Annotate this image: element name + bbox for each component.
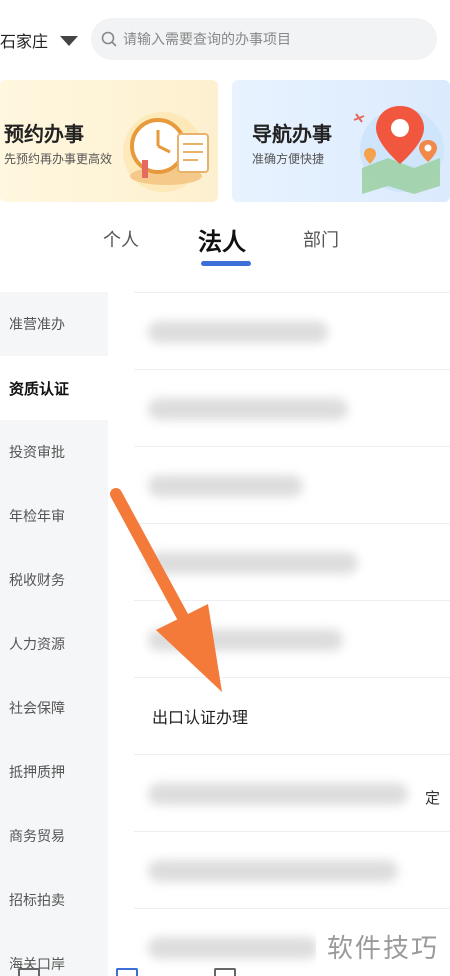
sidebar-item-bidding[interactable]: 招标拍卖 [0, 868, 108, 932]
active-tab-indicator [201, 261, 251, 266]
services-tab-icon[interactable] [116, 968, 138, 976]
navigation-title: 导航办事 [252, 122, 332, 146]
sidebar-item-trade[interactable]: 商务贸易 [0, 804, 108, 868]
sidebar-item-label: 抵押质押 [9, 765, 65, 781]
list-item[interactable] [134, 831, 450, 908]
blurred-text [148, 398, 348, 420]
list-item[interactable] [134, 369, 450, 446]
list-item-trailing-text: 定 [424, 789, 440, 807]
sidebar-item-label: 准营准办 [9, 317, 65, 333]
sidebar-item-label: 商务贸易 [9, 829, 65, 845]
watermark: 软件技巧 [316, 916, 450, 976]
appointment-subtitle: 先预约再办事更高效 [4, 152, 113, 166]
city-selector[interactable]: 石家庄 [0, 26, 79, 54]
sidebar-item-social-security[interactable]: 社会保障 [0, 676, 108, 740]
sidebar-item-label: 人力资源 [9, 637, 65, 653]
sidebar-item-label: 资质认证 [9, 379, 70, 398]
city-label: 石家庄 [0, 32, 49, 51]
sidebar-item-qualification[interactable]: 资质认证 [0, 356, 108, 420]
appointment-illustration-icon [123, 112, 209, 192]
tab-department[interactable]: 部门 [303, 226, 339, 252]
navigation-subtitle: 准确方便快捷 [252, 152, 325, 166]
list-item[interactable] [134, 292, 450, 369]
home-tab-icon[interactable] [18, 968, 40, 976]
sidebar-item-label: 投资审批 [9, 445, 65, 461]
sidebar: 准营准办 资质认证 投资审批 年检年审 税收财务 人力资源 社会保障 抵押质押 … [0, 292, 108, 976]
sidebar-item-zhunying[interactable]: 准营准办 [0, 292, 108, 356]
blurred-text [148, 937, 318, 959]
navigation-card[interactable]: 导航办事 准确方便快捷 [232, 80, 450, 202]
appointment-title: 预约办事 [4, 122, 84, 146]
appointment-card[interactable]: 预约办事 先预约再办事更高效 [0, 80, 218, 202]
sidebar-item-annual-review[interactable]: 年检年审 [0, 484, 108, 548]
sidebar-item-mortgage[interactable]: 抵押质押 [0, 740, 108, 804]
sidebar-item-investment[interactable]: 投资审批 [0, 420, 108, 484]
search-placeholder: 请输入需要查询的办事项目 [123, 32, 291, 48]
sidebar-item-label: 社会保障 [9, 701, 65, 717]
header: 石家庄 请输入需要查询的办事项目 [0, 0, 450, 78]
category-tabs: 个人 法人 部门 [0, 214, 450, 274]
pointer-arrow-icon [110, 488, 222, 692]
sidebar-item-tax[interactable]: 税收财务 [0, 548, 108, 612]
blurred-text [148, 321, 328, 343]
search-icon [101, 31, 117, 47]
tab-legal[interactable]: 法人 [198, 222, 246, 257]
list-item[interactable]: 定 [134, 754, 450, 831]
sidebar-item-label: 年检年审 [9, 509, 65, 525]
message-tab-icon[interactable] [214, 968, 236, 976]
search-bar[interactable]: 请输入需要查询的办事项目 [91, 18, 437, 60]
tab-personal[interactable]: 个人 [103, 226, 139, 252]
map-pin-illustration-icon [353, 106, 444, 194]
blurred-text [148, 860, 398, 882]
caret-down-icon [60, 36, 79, 46]
sidebar-item-label: 招标拍卖 [9, 893, 65, 909]
sidebar-item-label: 税收财务 [9, 573, 65, 589]
sidebar-item-hr[interactable]: 人力资源 [0, 612, 108, 676]
blurred-text [148, 783, 408, 805]
